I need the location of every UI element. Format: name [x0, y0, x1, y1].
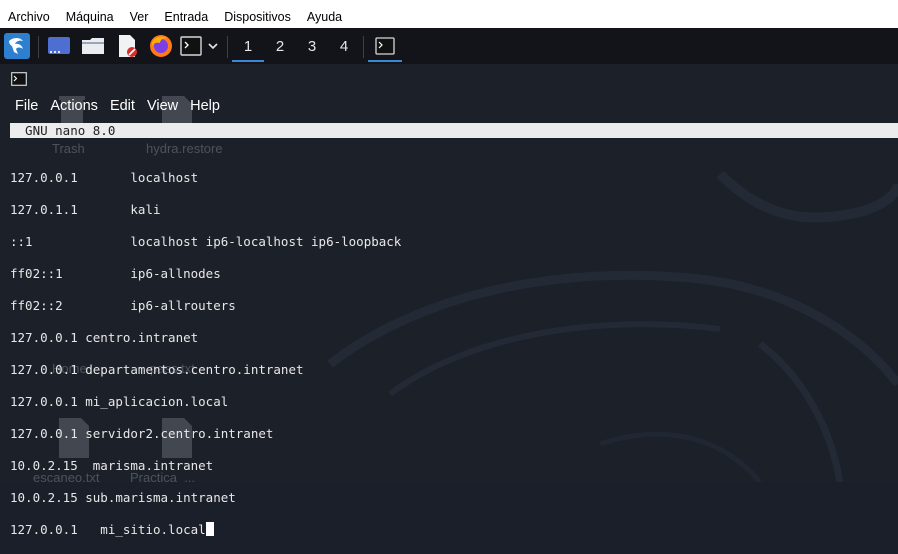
kali-dragon-icon[interactable]	[3, 31, 31, 61]
terminal-icon[interactable]	[179, 31, 203, 61]
menu-help[interactable]: Help	[184, 98, 226, 114]
hosts-line: 127.0.1.1 kali	[10, 202, 161, 217]
divider	[363, 36, 364, 58]
terminal-menubar: File Actions Edit View Help	[0, 94, 898, 118]
workspace-4[interactable]: 4	[328, 31, 360, 61]
hosts-line-last: 127.0.0.1 mi_sitio.local	[10, 522, 401, 538]
divider	[227, 36, 228, 58]
workspace-2[interactable]: 2	[264, 31, 296, 61]
hosts-line: 127.0.0.1 departamentos.centro.intranet	[10, 362, 304, 377]
hosts-line-text: 127.0.0.1 mi_sitio.local	[10, 522, 206, 537]
terminal-titlebar	[0, 64, 898, 94]
terminal-window-icon	[11, 72, 27, 86]
workspace-1[interactable]: 1	[232, 31, 264, 62]
chevron-down-icon[interactable]	[205, 31, 221, 61]
menu-edit[interactable]: Edit	[104, 98, 141, 114]
hosts-line: 127.0.0.1 localhost	[10, 170, 199, 185]
taskbar: 1 2 3 4	[0, 28, 898, 64]
divider	[38, 36, 39, 58]
desktop-icon[interactable]	[45, 31, 73, 61]
hosts-line: 127.0.0.1 centro.intranet	[10, 330, 199, 345]
hosts-line: ff02::1 ip6-allnodes	[10, 266, 221, 281]
menu-entrada[interactable]: Entrada	[156, 0, 216, 28]
menu-file[interactable]: File	[0, 98, 44, 114]
vm-menubar: Archivo Máquina Ver Entrada Dispositivos…	[0, 0, 898, 28]
firefox-icon[interactable]	[147, 31, 175, 61]
menu-dispositivos[interactable]: Dispositivos	[216, 0, 299, 28]
hosts-line: ff02::2 ip6-allrouters	[10, 298, 236, 313]
menu-maquina[interactable]: Máquina	[58, 0, 122, 28]
workspace-3[interactable]: 3	[296, 31, 328, 61]
hosts-line: 10.0.2.15 sub.marisma.intranet	[10, 490, 236, 505]
running-terminal-window[interactable]	[368, 31, 402, 62]
text-editor-icon[interactable]	[113, 31, 141, 61]
menu-ver[interactable]: Ver	[122, 0, 157, 28]
hosts-line: ::1 localhost ip6-localhost ip6-loopback	[10, 234, 402, 249]
hosts-line: 10.0.2.15 marisma.intranet	[10, 458, 214, 473]
menu-actions[interactable]: Actions	[44, 98, 104, 114]
text-cursor	[205, 522, 214, 536]
nano-title-bar: GNU nano 8.0	[10, 123, 898, 138]
menu-ayuda[interactable]: Ayuda	[299, 0, 350, 28]
hosts-line: 127.0.0.1 mi_aplicacion.local	[10, 394, 229, 409]
hosts-line: 127.0.0.1 servidor2.centro.intranet	[10, 426, 274, 441]
menu-archivo[interactable]: Archivo	[0, 0, 58, 28]
nano-editor[interactable]: 127.0.0.1 localhost 127.0.1.1 kali ::1 l…	[10, 154, 401, 554]
menu-view[interactable]: View	[141, 98, 184, 114]
files-icon[interactable]	[79, 31, 107, 61]
